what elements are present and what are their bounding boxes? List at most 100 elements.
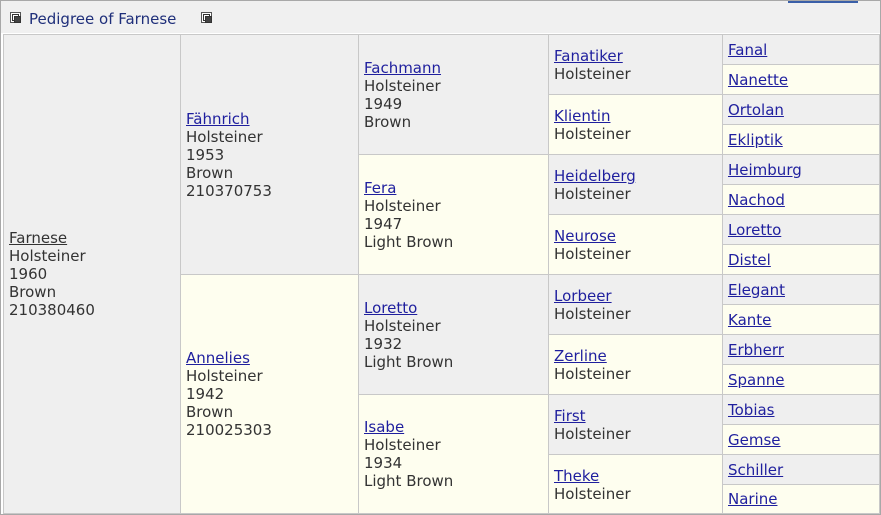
dam-cell: Annelies Holsteiner 1942 Brown 210025303: [180, 274, 359, 514]
restore-window-icon[interactable]: [10, 12, 21, 23]
ancestor-link[interactable]: Schiller: [728, 461, 783, 479]
grandparent-year: 1947: [364, 214, 403, 233]
ancestor-link[interactable]: Fanal: [728, 41, 767, 59]
grandparent-color: Light Brown: [364, 232, 454, 251]
great-grandparent-breed: Holsteiner: [554, 305, 631, 323]
ancestor-cell: Elegant: [722, 274, 880, 305]
ancestor-link[interactable]: Elegant: [728, 281, 785, 299]
grandparent-link[interactable]: Fera: [364, 179, 543, 197]
subject-reg: 210380460: [9, 301, 95, 319]
page-title: Pedigree of Farnese: [29, 10, 177, 28]
great-grandparent-cell: Klientin Holsteiner: [548, 94, 723, 155]
subject-year: 1960: [9, 265, 48, 283]
great-grandparent-cell: Lorbeer Holsteiner: [548, 274, 723, 335]
grandparent-link[interactable]: Fachmann: [364, 59, 543, 77]
great-grandparent-breed: Holsteiner: [554, 485, 631, 503]
dam-year: 1942: [186, 385, 225, 403]
ancestor-cell: Loretto: [722, 214, 880, 245]
ancestor-cell: Narine: [722, 484, 880, 514]
great-grandparent-breed: Holsteiner: [554, 125, 631, 143]
ancestor-cell: Heimburg: [722, 154, 880, 185]
grandparent-cell: Fachmann Holsteiner 1949 Brown: [358, 34, 549, 155]
ancestor-cell: Schiller: [722, 454, 880, 485]
sire-cell: Fähnrich Holsteiner 1953 Brown 210370753: [180, 34, 359, 275]
ancestor-link[interactable]: Loretto: [728, 221, 781, 239]
great-grandparent-cell: Neurose Holsteiner: [548, 214, 723, 275]
dam-color: Brown: [186, 403, 234, 421]
grandparent-breed: Holsteiner: [364, 196, 441, 215]
ancestor-cell: Fanal: [722, 34, 880, 65]
pedigree-panel: Pedigree of Farnese Farnese Holsteiner 1…: [0, 0, 881, 515]
grandparent-year: 1932: [364, 334, 403, 353]
ancestor-link[interactable]: Nanette: [728, 71, 788, 89]
great-grandparent-link[interactable]: Heidelberg: [554, 167, 717, 185]
ancestor-cell: Spanne: [722, 364, 880, 395]
ancestor-cell: Ortolan: [722, 94, 880, 125]
grandparent-cell: Isabe Holsteiner 1934 Light Brown: [358, 394, 549, 514]
ancestor-cell: Tobias: [722, 394, 880, 425]
grandparent-cell: Fera Holsteiner 1947 Light Brown: [358, 154, 549, 275]
grandparent-cell: Loretto Holsteiner 1932 Light Brown: [358, 274, 549, 395]
ancestor-link[interactable]: Spanne: [728, 371, 784, 389]
great-grandparent-link[interactable]: Klientin: [554, 107, 717, 125]
subject-breed: Holsteiner: [9, 247, 86, 265]
ancestor-link[interactable]: Kante: [728, 311, 771, 329]
sire-color: Brown: [186, 163, 234, 182]
great-grandparent-cell: Zerline Holsteiner: [548, 334, 723, 395]
great-grandparent-cell: Heidelberg Holsteiner: [548, 154, 723, 215]
ancestor-link[interactable]: Heimburg: [728, 161, 802, 179]
great-grandparent-breed: Holsteiner: [554, 185, 631, 203]
restore-window-icon[interactable]: [201, 12, 212, 23]
ancestor-link[interactable]: Ekliptik: [728, 131, 783, 149]
sire-breed: Holsteiner: [186, 127, 263, 146]
great-grandparent-cell: Fanatiker Holsteiner: [548, 34, 723, 95]
great-grandparent-breed: Holsteiner: [554, 245, 631, 263]
grandparent-color: Brown: [364, 112, 412, 131]
great-grandparent-cell: First Holsteiner: [548, 394, 723, 455]
ancestor-cell: Distel: [722, 244, 880, 275]
sire-reg: 210370753: [186, 181, 272, 200]
subject-name: Farnese: [9, 229, 68, 247]
grandparent-year: 1949: [364, 94, 403, 113]
grandparent-link[interactable]: Isabe: [364, 418, 543, 436]
subject-cell: Farnese Holsteiner 1960 Brown 210380460: [3, 34, 181, 514]
great-grandparent-link[interactable]: Neurose: [554, 227, 717, 245]
great-grandparent-link[interactable]: First: [554, 407, 717, 425]
grandparent-year: 1934: [364, 454, 403, 472]
ancestor-link[interactable]: Narine: [728, 490, 777, 508]
ancestor-link[interactable]: Nachod: [728, 191, 785, 209]
ancestor-link[interactable]: Distel: [728, 251, 771, 269]
great-grandparent-link[interactable]: Theke: [554, 467, 717, 485]
grandparent-color: Light Brown: [364, 352, 454, 371]
great-grandparent-breed: Holsteiner: [554, 65, 631, 83]
sire-year: 1953: [186, 145, 225, 164]
grandparent-breed: Holsteiner: [364, 316, 441, 335]
dam-breed: Holsteiner: [186, 367, 263, 385]
great-grandparent-link[interactable]: Fanatiker: [554, 47, 717, 65]
ancestor-cell: Kante: [722, 304, 880, 335]
grandparent-link[interactable]: Loretto: [364, 299, 543, 317]
grandparent-breed: Holsteiner: [364, 76, 441, 95]
great-grandparent-link[interactable]: Zerline: [554, 347, 717, 365]
ancestor-cell: Gemse: [722, 424, 880, 455]
window-edge-strip: [788, 1, 858, 3]
ancestor-cell: Erbherr: [722, 334, 880, 365]
subject-color: Brown: [9, 283, 57, 301]
ancestor-link[interactable]: Tobias: [728, 401, 775, 419]
ancestor-cell: Nanette: [722, 64, 880, 95]
title-bar: Pedigree of Farnese: [1, 1, 880, 33]
ancestor-link[interactable]: Gemse: [728, 431, 781, 449]
ancestor-link[interactable]: Erbherr: [728, 341, 784, 359]
grandparent-breed: Holsteiner: [364, 436, 441, 454]
great-grandparent-link[interactable]: Lorbeer: [554, 287, 717, 305]
ancestor-link[interactable]: Ortolan: [728, 101, 784, 119]
great-grandparent-cell: Theke Holsteiner: [548, 454, 723, 514]
ancestor-cell: Ekliptik: [722, 124, 880, 155]
sire-link[interactable]: Fähnrich: [186, 110, 353, 128]
dam-link[interactable]: Annelies: [186, 349, 353, 367]
great-grandparent-breed: Holsteiner: [554, 365, 631, 383]
great-grandparent-breed: Holsteiner: [554, 425, 631, 443]
dam-reg: 210025303: [186, 421, 272, 439]
ancestor-cell: Nachod: [722, 184, 880, 215]
grandparent-color: Light Brown: [364, 472, 454, 490]
